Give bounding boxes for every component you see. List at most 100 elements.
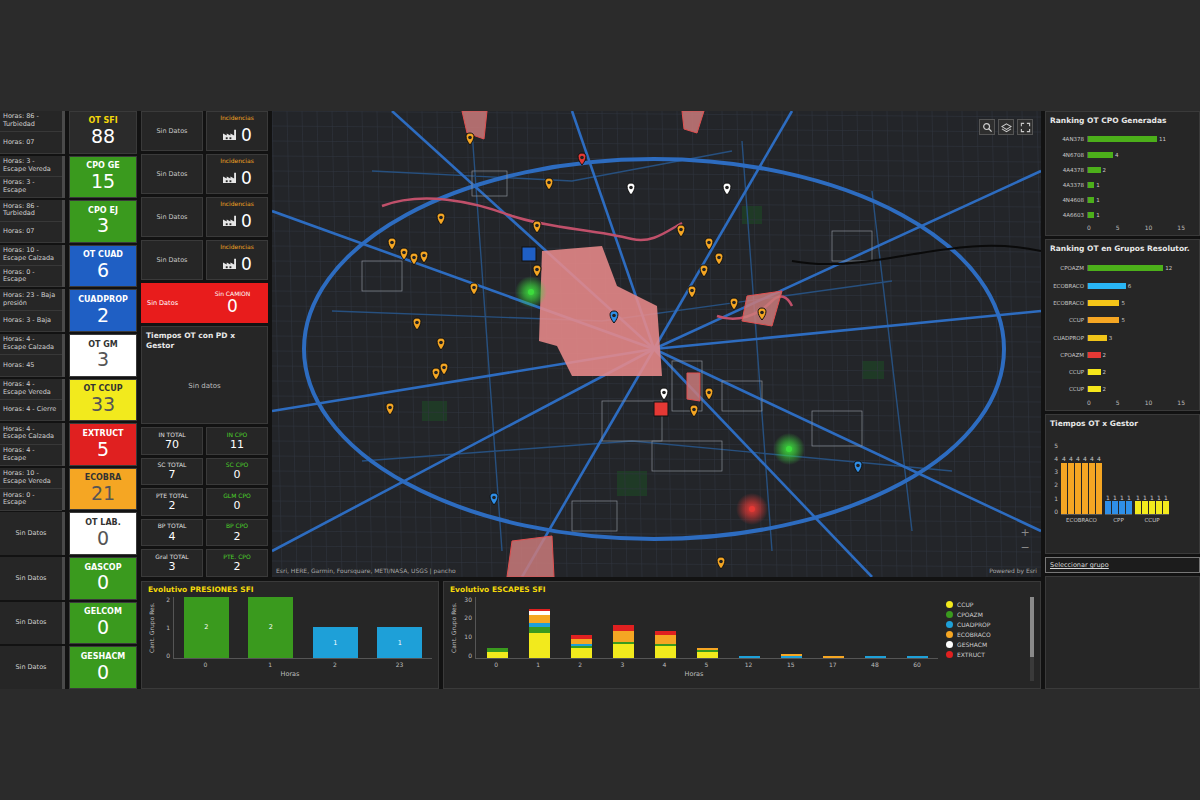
bar[interactable]: 1 [313, 627, 358, 658]
map-marker[interactable] [413, 318, 421, 330]
zoom-out-button[interactable]: − [1019, 542, 1031, 553]
stat-tile[interactable]: PTE TOTAL 2 [141, 488, 203, 516]
map-marker[interactable] [677, 225, 685, 237]
status-tile[interactable]: Horas: 86 - TurbiedadHoras: 07 [0, 111, 65, 154]
indicator-tile[interactable]: OT SFI 88 [69, 111, 137, 154]
alert-tile[interactable]: Sin Datos Sin CAMION 0 [141, 283, 268, 323]
bar[interactable] [1088, 283, 1126, 289]
bar[interactable] [1088, 152, 1113, 158]
map-marker[interactable] [610, 311, 618, 323]
square-marker[interactable] [522, 247, 536, 261]
glow-marker[interactable] [773, 433, 805, 465]
bar[interactable] [1089, 463, 1095, 514]
bar[interactable] [1068, 463, 1074, 514]
bar[interactable] [1088, 335, 1107, 341]
map-marker[interactable] [758, 308, 766, 320]
incident-cell[interactable]: Incidencias 0 [206, 154, 268, 194]
scroll-thumb[interactable] [1030, 597, 1034, 657]
map-marker[interactable] [700, 265, 708, 277]
bar-segment[interactable] [529, 633, 550, 657]
square-marker[interactable] [654, 402, 668, 416]
bar[interactable]: 2 [248, 597, 293, 658]
search-button[interactable] [979, 119, 995, 135]
bar[interactable] [1088, 352, 1101, 358]
indicator-tile[interactable]: GASCOP 0 [69, 557, 137, 600]
stat-tile[interactable]: BP CPO 2 [206, 519, 268, 547]
bar[interactable] [1105, 501, 1111, 514]
stacked-bar[interactable] [571, 597, 592, 658]
zone-polygon[interactable] [687, 373, 700, 401]
map-marker[interactable] [660, 388, 668, 400]
status-tile[interactable]: Horas: 10 - Escape CalzadaHoras: 0 - Esc… [0, 245, 65, 288]
stacked-bar[interactable] [907, 597, 928, 658]
map-marker[interactable] [470, 283, 478, 295]
bar[interactable] [1149, 501, 1155, 514]
bar[interactable] [1088, 167, 1101, 173]
bar[interactable] [1088, 197, 1094, 203]
map-marker[interactable] [400, 248, 408, 260]
zone-polygon[interactable] [682, 111, 704, 133]
bar-segment[interactable] [613, 644, 634, 658]
bar[interactable] [1096, 463, 1102, 514]
map-marker[interactable] [440, 363, 448, 375]
map-marker[interactable] [545, 178, 553, 190]
map-marker[interactable] [432, 368, 440, 380]
map-marker[interactable] [578, 153, 586, 165]
bar[interactable] [1075, 463, 1081, 514]
map-marker[interactable] [466, 133, 474, 145]
map-marker[interactable] [715, 253, 723, 265]
zone-polygon[interactable] [742, 291, 782, 326]
stacked-bar[interactable] [487, 597, 508, 658]
map-marker[interactable] [688, 286, 696, 298]
bar[interactable] [1163, 501, 1169, 514]
incident-cell[interactable]: Incidencias 0 [206, 197, 268, 237]
map-marker[interactable] [533, 221, 541, 233]
indicator-tile[interactable]: OT CCUP 33 [69, 379, 137, 422]
stacked-bar[interactable] [739, 597, 760, 658]
stacked-bar[interactable] [613, 597, 634, 658]
bar[interactable] [1112, 501, 1118, 514]
zone-polygon[interactable] [539, 246, 662, 376]
map-marker[interactable] [437, 213, 445, 225]
zone-polygon[interactable] [507, 536, 554, 577]
bar[interactable] [1156, 501, 1162, 514]
indicator-tile[interactable]: CPO GE 15 [69, 156, 137, 199]
status-tile[interactable]: Horas: 10 - Escape VeredaHoras: 0 - Esca… [0, 468, 65, 511]
stat-tile[interactable]: Gral TOTAL 3 [141, 549, 203, 577]
indicator-tile[interactable]: GELCOM 0 [69, 602, 137, 645]
fullscreen-button[interactable] [1017, 119, 1033, 135]
bar[interactable] [1088, 136, 1157, 142]
stat-tile[interactable]: IN TOTAL 70 [141, 427, 203, 455]
stat-tile[interactable]: PTE. CPO 2 [206, 549, 268, 577]
legend-item[interactable]: CPOAZM [946, 611, 1026, 618]
status-tile[interactable]: Sin Datos [0, 557, 65, 600]
powered-by[interactable]: Powered by Esri [989, 567, 1037, 574]
indicator-tile[interactable]: OT LAB. 0 [69, 512, 137, 555]
map-marker[interactable] [410, 253, 418, 265]
bar[interactable] [1119, 501, 1125, 514]
status-tile[interactable]: Horas: 4 - Escape CalzadaHoras: 45 [0, 334, 65, 377]
map[interactable]: + − Esri, HERE, Garmin, Foursquare, METI… [272, 111, 1041, 577]
status-tile[interactable]: Horas: 3 - Escape VeredaHoras: 3 - Escap… [0, 156, 65, 199]
map-marker[interactable] [730, 298, 738, 310]
bar-segment[interactable] [571, 648, 592, 658]
bar-segment[interactable] [823, 656, 844, 658]
status-tile[interactable]: Horas: 86 - TurbiedadHoras: 07 [0, 200, 65, 243]
bar-segment[interactable] [487, 652, 508, 658]
indicator-tile[interactable]: CPO EJ 3 [69, 200, 137, 243]
indicator-tile[interactable]: ECOBRA 21 [69, 468, 137, 511]
bar[interactable] [1061, 463, 1067, 514]
bar[interactable] [1126, 501, 1132, 514]
bar[interactable] [1082, 463, 1088, 514]
bar-segment[interactable] [739, 656, 760, 658]
glow-marker[interactable] [736, 493, 768, 525]
status-tile[interactable]: Horas: 4 - Escape VeredaHoras: 4 - Cierr… [0, 379, 65, 422]
bar-segment[interactable] [613, 631, 634, 641]
status-tile[interactable]: Horas: 23 - Baja presiónHoras: 3 - Baja [0, 289, 65, 332]
map-marker[interactable] [386, 403, 394, 415]
bar[interactable] [1135, 501, 1141, 514]
map-marker[interactable] [705, 388, 713, 400]
bar[interactable] [1088, 317, 1119, 323]
stacked-bar[interactable] [865, 597, 886, 658]
legend-scrollbar[interactable] [1030, 597, 1034, 681]
